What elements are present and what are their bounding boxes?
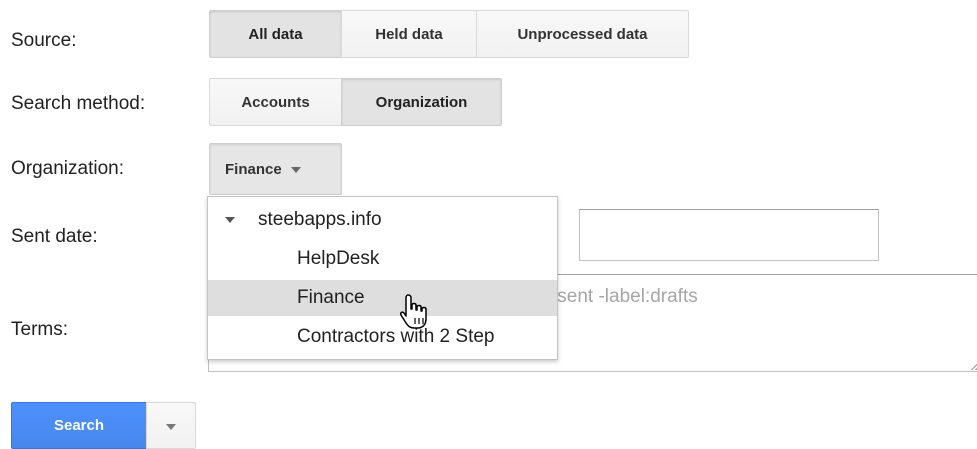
- tree-item-contractors[interactable]: Contractors with 2 Step: [208, 319, 557, 355]
- search-method-accounts-button[interactable]: Accounts: [209, 78, 342, 126]
- source-toggle-group: All data Held data Unprocessed data: [209, 10, 689, 58]
- resize-grip-icon[interactable]: [970, 362, 977, 370]
- tree-item-root[interactable]: steebapps.info: [208, 202, 557, 238]
- tree-expand-caret-icon[interactable]: [225, 217, 235, 223]
- sent-date-label: Sent date:: [11, 226, 98, 247]
- terms-label: Terms:: [11, 319, 68, 340]
- source-held-data-button[interactable]: Held data: [341, 10, 477, 58]
- hand-cursor-icon: [400, 294, 427, 329]
- search-button-group: Search: [11, 402, 196, 449]
- terms-placeholder: :sent -label:drafts: [552, 286, 698, 307]
- search-options-button[interactable]: [146, 402, 196, 449]
- tree-item-label: HelpDesk: [297, 248, 380, 269]
- tree-item-finance[interactable]: Finance: [208, 280, 557, 316]
- search-method-organization-button[interactable]: Organization: [341, 78, 502, 126]
- chevron-down-icon: [290, 167, 301, 173]
- tree-item-label: Contractors with 2 Step: [297, 326, 495, 347]
- organization-dropdown-value: Finance: [225, 160, 282, 178]
- search-button[interactable]: Search: [11, 402, 147, 449]
- source-all-data-button[interactable]: All data: [209, 10, 342, 58]
- source-unprocessed-data-button[interactable]: Unprocessed data: [476, 10, 689, 58]
- tree-item-helpdesk[interactable]: HelpDesk: [208, 241, 557, 277]
- chevron-down-icon: [166, 423, 176, 430]
- tree-item-root-label: steebapps.info: [258, 209, 382, 230]
- search-method-toggle-group: Accounts Organization: [209, 78, 502, 126]
- search-method-label: Search method:: [11, 93, 146, 114]
- organization-dropdown[interactable]: Finance: [209, 143, 342, 195]
- sent-date-input[interactable]: [579, 209, 879, 261]
- source-label: Source:: [11, 30, 77, 51]
- organization-tree-menu: steebapps.info HelpDesk Finance Contract…: [207, 196, 558, 360]
- tree-item-label: Finance: [297, 287, 365, 308]
- organization-label: Organization:: [11, 158, 125, 179]
